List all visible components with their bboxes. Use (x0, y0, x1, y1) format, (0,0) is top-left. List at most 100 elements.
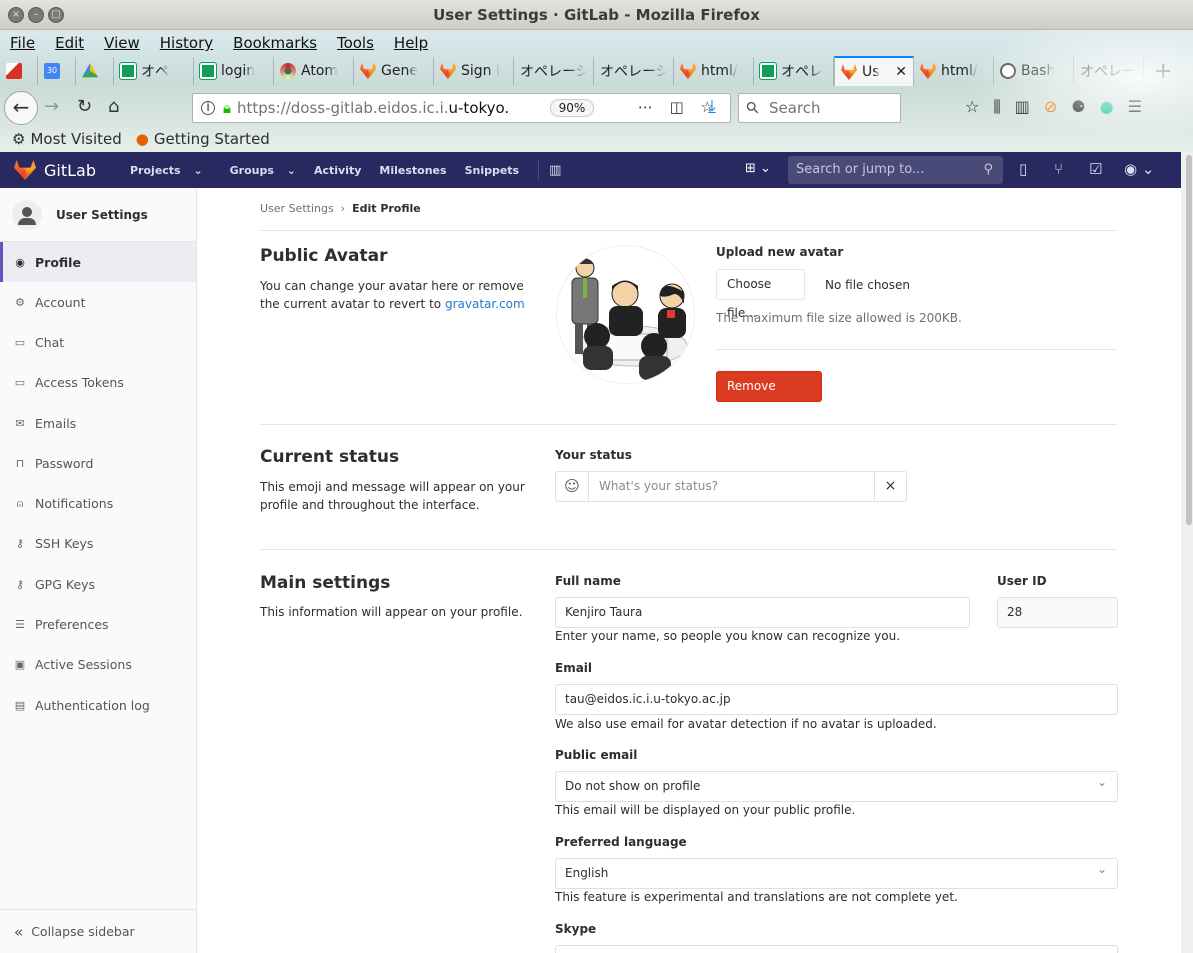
browser-tab[interactable]: オペレーシ (1074, 57, 1144, 85)
new-dropdown-icon[interactable]: ⊞ ⌄ (745, 161, 771, 176)
toolbar-icons: ☆ ⫼ ▥ ⊘ ⚈ ● ☰ (965, 97, 1142, 117)
collapse-sidebar-button[interactable]: «Collapse sidebar (0, 909, 196, 953)
browser-tab[interactable]: html/ (674, 57, 754, 85)
grammarly-icon[interactable]: ● (1100, 97, 1114, 117)
tab-close-icon[interactable]: ✕ (895, 64, 907, 80)
menu-tools[interactable]: Tools (327, 32, 384, 54)
atom-icon (280, 63, 296, 79)
tab-pinned-gmail[interactable] (0, 57, 38, 85)
sidebar-item-account[interactable]: ⚙ Account (0, 282, 196, 322)
menu-file[interactable]: File (0, 32, 45, 54)
nav-milestones[interactable]: Milestones (370, 164, 455, 177)
status-input-group: ☺ What's your status? × (555, 471, 907, 502)
menu-history[interactable]: History (150, 32, 223, 54)
sheets-icon (759, 62, 777, 80)
browser-search-input[interactable]: Search (738, 93, 901, 123)
home-icon[interactable]: ⌂ (108, 96, 119, 117)
bookmark-star-icon[interactable]: ☆ (965, 97, 979, 117)
smiley-icon[interactable]: ☺ (556, 472, 589, 501)
browser-tab[interactable]: Sign i (434, 57, 514, 85)
email-input[interactable]: tau@eidos.ic.i.u-tokyo.ac.jp (555, 684, 1118, 715)
gitlab-icon (920, 63, 936, 79)
choose-file-button[interactable]: Choose file... (716, 269, 805, 320)
clear-status-icon[interactable]: × (874, 472, 906, 501)
reload-icon[interactable]: ↻ (77, 96, 92, 117)
sidebar-item-notifications[interactable]: ⍝ Notifications (0, 483, 196, 523)
download-icon[interactable]: ⤓ (708, 96, 716, 117)
sidebar-item-ssh-keys[interactable]: ⚷ SSH Keys (0, 524, 196, 564)
issues-icon[interactable]: ▯ (1019, 160, 1027, 178)
public-email-label: Public email (555, 748, 638, 762)
sidebar-item-profile[interactable]: ◉ Profile (0, 242, 196, 282)
extension-icon[interactable]: ⚈ (1071, 97, 1085, 117)
max-size-help: The maximum file size allowed is 200KB. (716, 311, 962, 325)
browser-tab[interactable]: login (194, 57, 274, 85)
language-select[interactable]: English (555, 855, 1118, 889)
browser-tab[interactable]: オペレ (754, 57, 834, 85)
bookmark-most-visited[interactable]: ⚙ Most Visited (12, 129, 122, 149)
browser-tab[interactable]: オペレーシ (594, 57, 674, 85)
browser-tab[interactable]: Bash (994, 57, 1074, 85)
drive-icon (82, 63, 98, 78)
full-name-help: Enter your name, so people you know can … (555, 629, 901, 643)
extension-icon[interactable]: ⊘ (1044, 97, 1057, 117)
tab-pinned-calendar[interactable]: 30 (38, 57, 76, 85)
window-titlebar: × – □ User Settings · GitLab - Mozilla F… (0, 0, 1193, 30)
remove-avatar-button[interactable]: Remove avatar (716, 371, 822, 422)
status-input[interactable]: What's your status? (589, 472, 874, 501)
gitlab-search-input[interactable]: Search or jump to... ⚲ (788, 156, 1003, 184)
divider (260, 424, 1117, 425)
chart-icon[interactable]: ▥ (549, 163, 561, 178)
full-name-input[interactable]: Kenjiro Taura (555, 597, 970, 628)
chevron-right-icon: › (337, 202, 353, 215)
library-icon[interactable]: ⫼ (993, 97, 1000, 117)
page-scrollbar-thumb[interactable] (1186, 155, 1192, 525)
sidebar-icon[interactable]: ▥ (1015, 97, 1030, 117)
zoom-indicator[interactable]: 90% (550, 99, 594, 117)
browser-tab[interactable]: Gene (354, 57, 434, 85)
browser-tab[interactable]: オペ (114, 57, 194, 85)
info-icon[interactable]: i (201, 101, 215, 115)
menu-bookmarks[interactable]: Bookmarks (223, 32, 327, 54)
nav-groups[interactable]: Groups ⌄ (212, 164, 305, 177)
menu-help[interactable]: Help (384, 32, 438, 54)
back-arrow-icon[interactable]: ← (4, 91, 38, 125)
lock-icon: ⊓ (15, 456, 25, 470)
sidebar-header[interactable]: User Settings (0, 188, 196, 242)
browser-tab[interactable]: html/ (914, 57, 994, 85)
gitlab-logo[interactable]: GitLab (14, 160, 96, 180)
sidebar-item-emails[interactable]: ✉ Emails (0, 403, 196, 443)
browser-tab[interactable]: オペレーシ (514, 57, 594, 85)
url-text[interactable]: https://doss-gitlab.eidos.ic.i.u-tokyo.a… (237, 99, 509, 117)
new-tab-icon[interactable]: + (1154, 59, 1172, 84)
browser-tab-active[interactable]: Us ✕ (834, 56, 914, 86)
bookmark-getting-started[interactable]: ● Getting Started (136, 129, 270, 149)
user-avatar-icon[interactable]: ◉ ⌄ (1124, 160, 1154, 178)
menu-view[interactable]: View (94, 32, 150, 54)
sidebar-item-preferences[interactable]: ☰ Preferences (0, 604, 196, 644)
user-id-label: User ID (997, 574, 1047, 588)
main-settings-desc: This information will appear on your pro… (260, 605, 523, 619)
nav-snippets[interactable]: Snippets (456, 164, 529, 177)
menu-edit[interactable]: Edit (45, 32, 94, 54)
main-content: User Settings › Edit Profile Public Avat… (197, 188, 1181, 953)
tab-pinned-drive[interactable] (76, 57, 114, 85)
gravatar-link[interactable]: gravatar.com (445, 297, 525, 311)
merge-request-icon[interactable]: ⑂ (1054, 160, 1063, 178)
menu-icon[interactable]: ☰ (1128, 97, 1142, 117)
forward-arrow-icon[interactable]: → (44, 96, 59, 117)
skype-input[interactable] (555, 945, 1118, 953)
breadcrumb-parent[interactable]: User Settings (260, 202, 334, 215)
nav-activity[interactable]: Activity (305, 164, 370, 177)
sidebar-item-authentication-log[interactable]: ▤ Authentication log (0, 685, 196, 725)
browser-tab[interactable]: Atom (274, 57, 354, 85)
url-bar[interactable]: i 🔒︎ https://doss-gitlab.eidos.ic.i.u-to… (192, 93, 731, 123)
sidebar-item-access-tokens[interactable]: ▭ Access Tokens (0, 363, 196, 403)
sidebar-item-password[interactable]: ⊓ Password (0, 443, 196, 483)
public-email-select[interactable]: Do not show on profile (555, 768, 1118, 802)
todo-icon[interactable]: ☑ (1089, 160, 1102, 178)
sidebar-item-chat[interactable]: ▭ Chat (0, 322, 196, 362)
sidebar-item-active-sessions[interactable]: ▣ Active Sessions (0, 645, 196, 685)
sidebar-item-gpg-keys[interactable]: ⚷ GPG Keys (0, 564, 196, 604)
nav-projects[interactable]: Projects ⌄ (112, 164, 212, 177)
